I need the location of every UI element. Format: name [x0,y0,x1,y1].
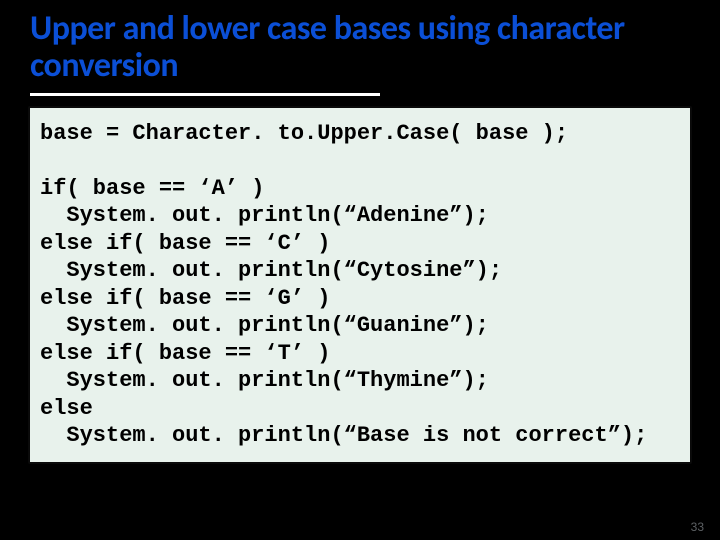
page-number: 33 [691,520,704,534]
code-line-1: base = Character. to.Upper.Case( base ); [40,121,568,146]
code-line-9: System. out. println(“Thymine”); [40,368,489,393]
code-line-10: else [40,396,93,421]
code-line-8: else if( base == ‘T’ ) [40,341,330,366]
code-line-11: System. out. println(“Base is not correc… [40,423,647,448]
slide: Upper and lower case bases using charact… [0,0,720,540]
code-line-6: else if( base == ‘G’ ) [40,286,330,311]
code-line-2: if( base == ‘A’ ) [40,176,264,201]
code-line-7: System. out. println(“Guanine”); [40,313,489,338]
code-line-3: System. out. println(“Adenine”); [40,203,489,228]
slide-title: Upper and lower case bases using charact… [0,0,720,93]
code-line-4: else if( base == ‘C’ ) [40,231,330,256]
code-line-5: System. out. println(“Cytosine”); [40,258,502,283]
code-box: base = Character. to.Upper.Case( base );… [28,106,692,464]
title-underline [30,93,380,96]
